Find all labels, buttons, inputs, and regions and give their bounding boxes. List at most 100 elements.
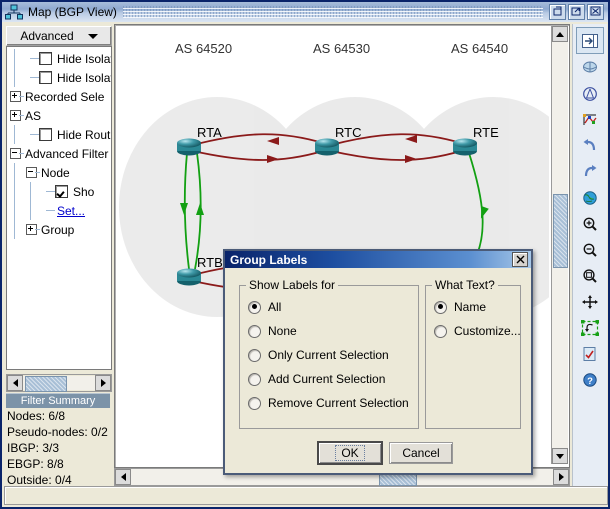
- plus-icon: [9, 91, 21, 102]
- help-icon[interactable]: ?: [577, 367, 603, 392]
- map-vertical-scrollbar[interactable]: [551, 26, 568, 464]
- radio-option-remove-current-selection[interactable]: Remove Current Selection: [248, 391, 418, 415]
- as-label-64530: AS 64530: [313, 41, 370, 56]
- minimize-button[interactable]: [549, 4, 566, 20]
- radio-option-add-current-selection[interactable]: Add Current Selection: [248, 367, 418, 391]
- window-title: Map (BGP View): [28, 5, 117, 19]
- expand-toggle-as[interactable]: [7, 106, 24, 125]
- report-check-icon[interactable]: [577, 341, 603, 366]
- radio-icon[interactable]: [248, 348, 261, 362]
- collapse-toggle-node[interactable]: [23, 163, 40, 182]
- triangle-down-icon: [556, 453, 564, 459]
- triangle-left-icon: [120, 473, 126, 481]
- expand-toggle-group[interactable]: [23, 220, 40, 239]
- tree-item-group[interactable]: Group: [7, 220, 111, 239]
- radio-option-only-current-selection[interactable]: Only Current Selection: [248, 343, 418, 367]
- pan-move-icon[interactable]: [577, 289, 603, 314]
- radio-icon[interactable]: [434, 324, 447, 338]
- chevron-down-icon: [87, 33, 98, 39]
- zoom-in-icon[interactable]: [577, 211, 603, 236]
- close-icon: [516, 255, 524, 264]
- radio-icon[interactable]: [248, 396, 261, 410]
- scroll-down-button[interactable]: [552, 448, 568, 464]
- as-label-64540: AS 64540: [451, 41, 508, 56]
- tree-branch: [23, 49, 39, 68]
- node-rte: [453, 138, 477, 156]
- collapse-toggle-advanced-filter[interactable]: [7, 144, 24, 163]
- filter-summary-line: Nodes: 6/8: [7, 409, 66, 423]
- zoom-fit-icon[interactable]: [577, 263, 603, 288]
- checkbox-hide-isolated-1[interactable]: [39, 52, 52, 65]
- zoom-out-icon[interactable]: [577, 237, 603, 262]
- undo-icon[interactable]: [577, 133, 603, 158]
- node-label-rtb: RTB: [197, 255, 223, 270]
- scroll-right-button[interactable]: [95, 375, 111, 391]
- tree-item-recorded-selection[interactable]: Recorded Sele: [7, 87, 111, 106]
- scroll-track[interactable]: [552, 42, 568, 448]
- radio-option-customize[interactable]: Customize...: [434, 319, 521, 343]
- cancel-button[interactable]: Cancel: [389, 442, 453, 464]
- expand-toggle-recorded[interactable]: [7, 87, 24, 106]
- checkbox-show-labels[interactable]: [55, 185, 68, 198]
- triangle-right-icon: [558, 473, 564, 481]
- radio-label: Only Current Selection: [268, 348, 389, 362]
- node-rta: [177, 138, 201, 156]
- filter-tree[interactable]: Hide Isolate Hide Isolate Recorded Sele: [6, 46, 112, 370]
- status-bar: [4, 486, 608, 505]
- minus-icon: [9, 148, 21, 159]
- radio-icon[interactable]: [248, 300, 261, 314]
- as-group-labels: AS 64520 AS 64530 AS 64540: [175, 41, 508, 56]
- cancel-button-label: Cancel: [402, 446, 440, 460]
- select-region-icon[interactable]: [577, 315, 603, 340]
- scroll-thumb[interactable]: [25, 376, 67, 392]
- tree-item-advanced-filter[interactable]: Advanced Filter: [7, 144, 111, 163]
- maximize-button[interactable]: [568, 4, 585, 20]
- tree-item-hide-isolated-1[interactable]: Hide Isolate: [7, 49, 111, 68]
- ok-button-label: OK: [335, 445, 365, 461]
- tree-item-hide-routing[interactable]: Hide Routin: [7, 125, 111, 144]
- tree-item-hide-isolated-2[interactable]: Hide Isolate: [7, 68, 111, 87]
- radio-option-all[interactable]: All: [248, 295, 418, 319]
- sidebar-horizontal-scrollbar[interactable]: [6, 374, 112, 392]
- scroll-thumb[interactable]: [553, 194, 568, 268]
- dialog-close-button[interactable]: [512, 252, 528, 267]
- scroll-up-button[interactable]: [552, 26, 568, 42]
- filter-summary-line: Pseudo-nodes: 0/2: [7, 425, 108, 439]
- tree-line: [7, 125, 23, 144]
- layout-circular-icon[interactable]: [577, 81, 603, 106]
- tree-item-set-link[interactable]: Set...: [7, 201, 111, 220]
- node-rtb: [177, 268, 201, 286]
- tree-item-node[interactable]: Node: [7, 163, 111, 182]
- checkbox-hide-routing[interactable]: [39, 128, 52, 141]
- tree-item-label: Sho: [73, 184, 95, 199]
- set-link[interactable]: Set...: [57, 204, 85, 218]
- tree-item-as[interactable]: AS: [7, 106, 111, 125]
- plus-icon: [9, 110, 21, 121]
- scroll-track[interactable]: [23, 376, 95, 392]
- tree-item-label: Hide Isolate: [57, 70, 111, 85]
- radio-icon[interactable]: [248, 324, 261, 338]
- filter-summary-line: IBGP: 3/3: [7, 441, 60, 455]
- tree-item-show-labels[interactable]: Sho: [7, 182, 111, 201]
- ok-button[interactable]: OK: [317, 441, 383, 465]
- scroll-right-button[interactable]: [553, 469, 569, 485]
- checkbox-hide-isolated-2[interactable]: [39, 71, 52, 84]
- dialog-title-bar: Group Labels: [225, 251, 531, 268]
- redo-icon[interactable]: [577, 159, 603, 184]
- scroll-left-button[interactable]: [7, 375, 23, 391]
- radio-icon[interactable]: [248, 372, 261, 386]
- scroll-left-button[interactable]: [115, 469, 131, 485]
- tree-line: [7, 220, 23, 239]
- advanced-mode-button[interactable]: Advanced: [6, 26, 112, 46]
- radio-icon[interactable]: [434, 300, 447, 314]
- globe-filter-icon[interactable]: [577, 55, 603, 80]
- world-map-icon[interactable]: [577, 185, 603, 210]
- radio-option-name[interactable]: Name: [434, 295, 520, 319]
- filter-summary-line: EBGP: 8/8: [7, 457, 64, 471]
- fit-to-window-icon[interactable]: [576, 27, 604, 54]
- title-bar: Map (BGP View): [2, 2, 608, 22]
- layout-graph-icon[interactable]: [577, 107, 603, 132]
- close-button[interactable]: [587, 4, 604, 20]
- node-rtc: [315, 138, 339, 156]
- radio-option-none[interactable]: None: [248, 319, 418, 343]
